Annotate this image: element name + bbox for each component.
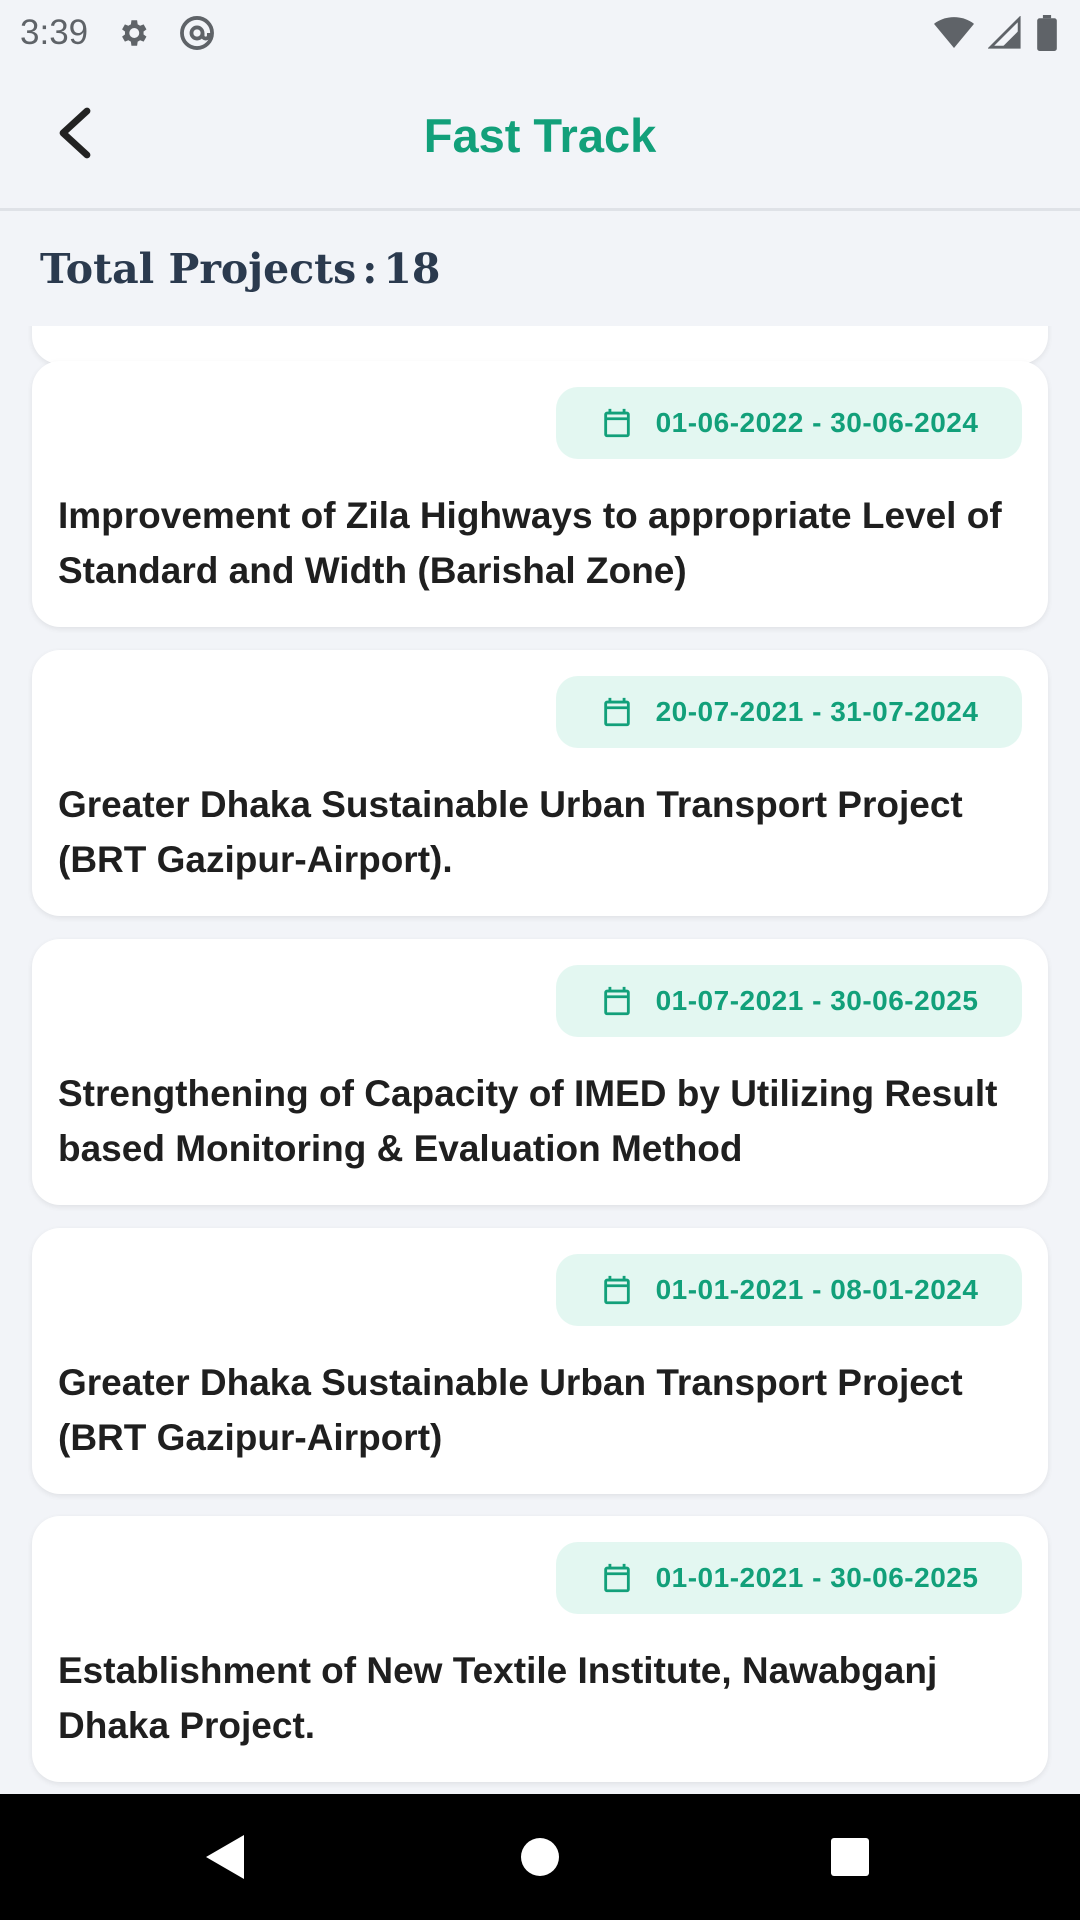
at-sign-icon bbox=[178, 14, 216, 52]
recents-square-icon bbox=[831, 1838, 869, 1876]
date-range-text: 20-07-2021 - 31-07-2024 bbox=[655, 696, 979, 727]
project-list[interactable]: 01-06-2022 - 30-06-2024 Improvement of Z… bbox=[0, 326, 1080, 1794]
project-card[interactable]: 01-07-2021 - 30-06-2025 Strengthening of… bbox=[32, 939, 1048, 1205]
project-title: Greater Dhaka Sustainable Urban Transpor… bbox=[58, 1362, 963, 1458]
status-left: 3:39 bbox=[20, 13, 216, 53]
status-bar: 3:39 bbox=[0, 0, 1080, 66]
date-range-badge: 01-07-2021 - 30-06-2025 bbox=[556, 965, 1022, 1037]
project-title: Strengthening of Capacity of IMED by Uti… bbox=[58, 1073, 998, 1169]
date-range-badge: 01-06-2022 - 30-06-2024 bbox=[556, 387, 1022, 459]
signal-icon bbox=[988, 16, 1022, 50]
project-title: Greater Dhaka Sustainable Urban Transpor… bbox=[58, 784, 963, 880]
project-card-partial[interactable] bbox=[32, 326, 1048, 364]
battery-icon bbox=[1036, 15, 1058, 51]
calendar-icon bbox=[603, 1275, 630, 1305]
date-range-text: 01-07-2021 - 30-06-2025 bbox=[655, 985, 979, 1016]
project-card[interactable]: 20-07-2021 - 31-07-2024 Greater Dhaka Su… bbox=[32, 650, 1048, 916]
screen: 3:39 Fast Track Total Projects: 18 01-0… bbox=[0, 0, 1080, 1920]
settings-icon bbox=[116, 16, 150, 50]
status-right bbox=[934, 15, 1058, 51]
nav-back-button[interactable] bbox=[165, 1794, 285, 1920]
date-range-badge: 01-01-2021 - 08-01-2024 bbox=[556, 1254, 1022, 1326]
total-projects-count: 18 bbox=[383, 244, 441, 293]
date-range-badge: 01-01-2021 - 30-06-2025 bbox=[556, 1542, 1022, 1614]
total-projects-label: Total Projects bbox=[40, 244, 357, 293]
status-time: 3:39 bbox=[20, 13, 89, 52]
calendar-icon bbox=[603, 1563, 630, 1593]
project-card[interactable]: 01-06-2022 - 30-06-2024 Improvement of Z… bbox=[32, 361, 1048, 627]
calendar-icon bbox=[603, 986, 630, 1016]
calendar-icon bbox=[603, 697, 630, 727]
home-circle-icon bbox=[521, 1838, 559, 1876]
nav-recents-button[interactable] bbox=[790, 1794, 910, 1920]
calendar-icon bbox=[603, 408, 630, 438]
page-title: Fast Track bbox=[423, 109, 657, 162]
project-title: Establishment of New Textile Institute, … bbox=[58, 1650, 938, 1746]
date-range-badge: 20-07-2021 - 31-07-2024 bbox=[556, 676, 1022, 748]
project-card[interactable]: 01-01-2021 - 08-01-2024 Greater Dhaka Su… bbox=[32, 1228, 1048, 1494]
project-card[interactable]: 01-01-2021 - 30-06-2025 Establishment of… bbox=[32, 1516, 1048, 1782]
date-range-text: 01-01-2021 - 30-06-2025 bbox=[655, 1562, 979, 1593]
system-nav-bar bbox=[0, 1794, 1080, 1920]
date-range-text: 01-06-2022 - 30-06-2024 bbox=[655, 407, 979, 438]
total-projects-separator: : bbox=[362, 244, 378, 293]
nav-home-button[interactable] bbox=[480, 1794, 600, 1920]
date-range-text: 01-01-2021 - 08-01-2024 bbox=[655, 1274, 979, 1305]
project-title: Improvement of Zila Highways to appropri… bbox=[58, 495, 1002, 591]
total-projects-header: Total Projects : 18 bbox=[0, 211, 1080, 326]
app-bar: Fast Track bbox=[0, 66, 1080, 211]
back-triangle-icon bbox=[206, 1835, 244, 1879]
wifi-icon bbox=[934, 16, 974, 50]
